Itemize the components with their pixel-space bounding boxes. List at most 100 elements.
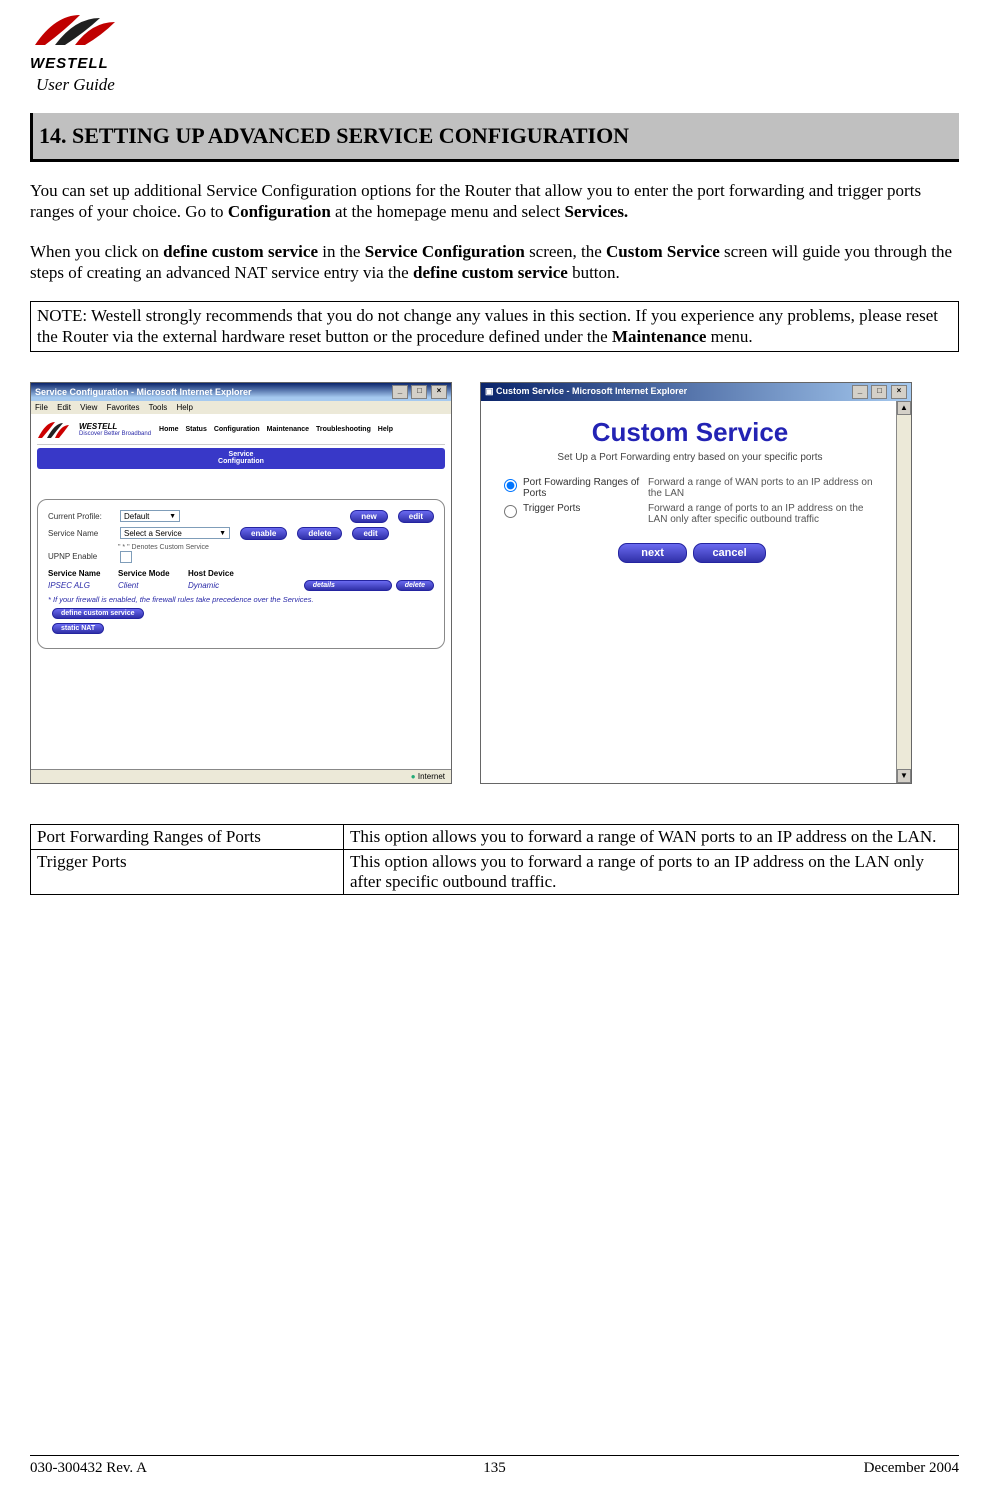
cs-button-row: next cancel [487, 543, 893, 563]
service-name-value: Select a Service [124, 529, 182, 538]
nav-troubleshooting[interactable]: Troubleshooting [316, 426, 371, 433]
p2-e: screen, the [525, 242, 606, 261]
menu-favorites[interactable]: Favorites [107, 403, 140, 412]
def2-term: Trigger Ports [31, 849, 344, 894]
menu-tools[interactable]: Tools [149, 403, 168, 412]
menu-edit[interactable]: Edit [57, 403, 71, 412]
edit-button-2[interactable]: edit [352, 527, 388, 540]
intro-paragraph-1: You can set up additional Service Config… [30, 180, 959, 223]
opt2-desc: Forward a range of ports to an IP addres… [648, 503, 881, 525]
chevron-down-icon: ▼ [169, 513, 176, 520]
close-icon[interactable]: × [431, 385, 447, 399]
chevron-down-icon: ▼ [219, 530, 226, 537]
enable-button[interactable]: enable [240, 527, 287, 540]
ie-page-icon: ▣ [485, 386, 494, 396]
trigger-ports-radio[interactable] [504, 505, 517, 518]
firewall-note: * If your firewall is enabled, the firew… [48, 595, 434, 604]
col-service-mode: Service Mode [118, 569, 188, 578]
mini-tagline: Discover Better Broadband [79, 431, 151, 437]
col-service-name: Service Name [48, 569, 118, 578]
internet-zone-icon: ● [411, 772, 416, 781]
window-content: WESTELL Discover Better Broadband Home S… [31, 414, 451, 769]
nav-help[interactable]: Help [378, 426, 393, 433]
row-host-device: Dynamic [188, 581, 258, 590]
table-row: IPSEC ALG Client Dynamic details delete [48, 580, 434, 591]
section-heading: 14. SETTING UP ADVANCED SERVICE CONFIGUR… [30, 113, 959, 159]
note-c: menu. [706, 327, 752, 346]
service-configuration-tab[interactable]: Service Configuration [37, 448, 445, 469]
service-config-window: Service Configuration - Microsoft Intern… [30, 382, 452, 784]
doc-title: User Guide [36, 75, 959, 95]
delete-button[interactable]: delete [297, 527, 342, 540]
tab-line2: Configuration [218, 458, 264, 465]
service-name-select[interactable]: Select a Service ▼ [120, 527, 230, 539]
cs-content: Custom Service Set Up a Port Forwarding … [481, 401, 911, 783]
delete-row-button[interactable]: delete [396, 580, 434, 591]
def1-term: Port Forwarding Ranges of Ports [31, 824, 344, 849]
minimize-icon[interactable]: _ [392, 385, 408, 399]
def1-desc: This option allows you to forward a rang… [344, 824, 959, 849]
opt1-desc: Forward a range of WAN ports to an IP ad… [648, 477, 881, 499]
opt2-label: Trigger Ports [523, 503, 648, 514]
edit-button[interactable]: edit [398, 510, 434, 523]
menu-view[interactable]: View [80, 403, 97, 412]
options-group: Port Fowarding Ranges of Ports Forward a… [499, 477, 881, 529]
details-button[interactable]: details [304, 580, 392, 591]
note-box: NOTE: Westell strongly recommends that y… [30, 301, 959, 352]
service-name-label: Service Name [48, 529, 114, 538]
cs-window-title: Custom Service - Microsoft Internet Expl… [496, 386, 687, 396]
nav-home[interactable]: Home [159, 426, 178, 433]
p1-bold-services: Services. [564, 202, 628, 221]
upnp-checkbox[interactable] [120, 551, 132, 563]
next-button[interactable]: next [618, 543, 687, 563]
intro-paragraph-2: When you click on define custom service … [30, 241, 959, 284]
mini-brand: WESTELL [79, 422, 151, 431]
minimize-icon[interactable]: _ [852, 385, 868, 399]
westell-brand-text: WESTELL [30, 55, 120, 72]
note-b: Maintenance [612, 327, 706, 346]
table-row: Trigger Ports This option allows you to … [31, 849, 959, 894]
scroll-down-icon[interactable]: ▼ [897, 769, 911, 783]
maximize-icon[interactable]: □ [871, 385, 887, 399]
port-forwarding-radio[interactable] [504, 479, 517, 492]
westell-swoosh-icon [30, 10, 120, 50]
p1-bold-configuration: Configuration [228, 202, 331, 221]
p2-h: define custom service [413, 263, 568, 282]
tab-line1: Service [229, 451, 254, 458]
maximize-icon[interactable]: □ [411, 385, 427, 399]
window-title: Service Configuration - Microsoft Intern… [35, 387, 252, 397]
section-heading-wrap: 14. SETTING UP ADVANCED SERVICE CONFIGUR… [30, 113, 959, 162]
cs-window-titlebar: ▣ Custom Service - Microsoft Internet Ex… [481, 383, 911, 401]
menu-file[interactable]: File [35, 403, 48, 412]
mini-logo-icon [37, 420, 71, 440]
menu-help[interactable]: Help [177, 403, 193, 412]
static-nat-button[interactable]: static NAT [52, 623, 104, 634]
westell-header-bar: WESTELL Discover Better Broadband Home S… [37, 420, 445, 445]
current-profile-label: Current Profile: [48, 512, 114, 521]
upnp-label: UPNP Enable [48, 552, 114, 561]
footer-right: December 2004 [864, 1460, 959, 1477]
p2-d: Service Configuration [365, 242, 525, 261]
p2-b: define custom service [163, 242, 318, 261]
custom-service-window: ▣ Custom Service - Microsoft Internet Ex… [480, 382, 912, 784]
nav-status[interactable]: Status [185, 426, 206, 433]
define-custom-service-button[interactable]: define custom service [52, 608, 144, 619]
custom-service-heading: Custom Service [487, 417, 893, 448]
footer-left: 030-300432 Rev. A [30, 1460, 147, 1477]
page-root: WESTELL User Guide 14. SETTING UP ADVANC… [0, 0, 989, 1493]
nav-configuration[interactable]: Configuration [214, 426, 260, 433]
nav-maintenance[interactable]: Maintenance [267, 426, 309, 433]
current-profile-select[interactable]: Default ▼ [120, 510, 180, 522]
option-trigger-ports: Trigger Ports Forward a range of ports t… [499, 503, 881, 525]
cancel-button[interactable]: cancel [693, 543, 765, 563]
p2-i: button. [568, 263, 620, 282]
close-icon[interactable]: × [891, 385, 907, 399]
mini-nav: Home Status Configuration Maintenance Tr… [159, 426, 398, 433]
scroll-up-icon[interactable]: ▲ [897, 401, 911, 415]
table-row: Port Forwarding Ranges of Ports This opt… [31, 824, 959, 849]
window-titlebar: Service Configuration - Microsoft Intern… [31, 383, 451, 401]
vertical-scrollbar[interactable]: ▲ ▼ [896, 401, 911, 783]
col-host-device: Host Device [188, 569, 234, 578]
new-button[interactable]: new [350, 510, 388, 523]
config-card: Current Profile: Default ▼ new edit Serv… [37, 499, 445, 649]
